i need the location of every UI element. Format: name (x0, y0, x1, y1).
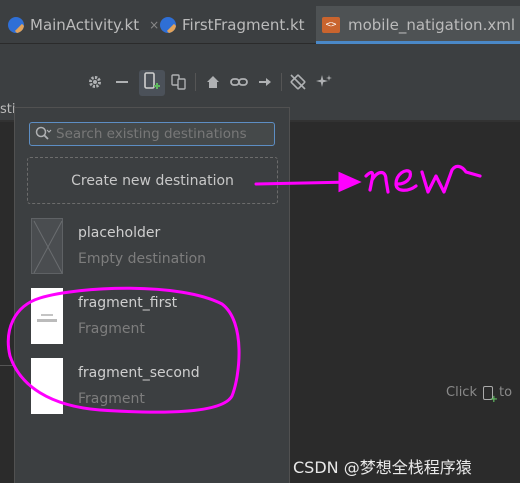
destination-name: fragment_second (78, 365, 200, 381)
minimize-icon[interactable] (112, 72, 132, 92)
placeholder-thumbnail (31, 218, 63, 274)
tab-label: FirstFragment.kt (182, 16, 305, 34)
search-input[interactable] (56, 126, 266, 142)
fragment-preview-thumbnail (31, 288, 63, 344)
tab-label: mobile_natigation.xml (348, 16, 515, 34)
tab-label: MainActivity.kt (30, 16, 140, 34)
new-destination-icon (482, 385, 498, 405)
destination-type: Fragment (78, 321, 145, 337)
hint-suffix: to (498, 385, 513, 400)
kotlin-file-icon (8, 17, 24, 33)
destination-type: Empty destination (78, 251, 207, 267)
destination-item-fragment-second[interactable]: fragment_second Fragment (31, 358, 271, 418)
auto-connect-icon[interactable] (288, 72, 308, 92)
nested-graph-icon[interactable] (169, 72, 189, 92)
destination-item-placeholder[interactable]: placeholder Empty destination (31, 218, 271, 278)
toolbar-separator (281, 73, 282, 91)
destination-item-fragment-first[interactable]: fragment_first Fragment (31, 288, 271, 348)
search-field[interactable] (29, 122, 275, 146)
watermark: CSDN @梦想全栈程序猿 (293, 458, 472, 477)
tab-firstfragment[interactable]: FirstFragment.kt × (160, 6, 325, 44)
search-icon (34, 125, 52, 143)
tab-mobile-navigation-xml[interactable]: <> mobile_natigation.xml (316, 6, 520, 44)
tab-mainactivity[interactable]: MainActivity.kt × (8, 6, 159, 44)
arrow-right-icon[interactable] (255, 72, 275, 92)
new-destination-popup: Create new destination placeholder Empty… (14, 107, 290, 483)
gear-icon[interactable] (85, 72, 105, 92)
canvas-empty-hint: Click to (446, 385, 513, 405)
editor-tab-bar: MainActivity.kt × FirstFragment.kt × <> … (0, 0, 520, 44)
panel-divider (0, 365, 14, 366)
kotlin-file-icon (160, 17, 176, 33)
destination-name: fragment_first (78, 295, 178, 311)
destination-type: Fragment (78, 391, 145, 407)
fragment-preview-thumbnail (31, 358, 63, 414)
hint-prefix: Click (446, 385, 477, 400)
magic-icon[interactable] (314, 72, 334, 92)
home-icon[interactable] (203, 72, 223, 92)
link-icon[interactable] (229, 72, 249, 92)
xml-file-icon: <> (322, 17, 340, 33)
destination-name: placeholder (78, 225, 161, 241)
close-icon[interactable]: × (149, 18, 159, 32)
toolbar-separator (195, 73, 196, 91)
create-new-destination-button[interactable]: Create new destination (27, 157, 278, 204)
new-destination-icon[interactable] (142, 72, 162, 92)
